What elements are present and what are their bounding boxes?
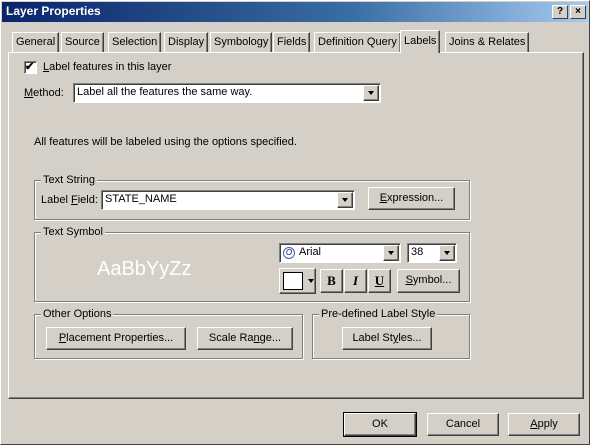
predefined-label-style-group-label: Pre-defined Label Style: [319, 308, 438, 320]
opentype-font-icon: O: [283, 247, 295, 259]
tab-display[interactable]: Display: [164, 32, 209, 52]
tab-labels[interactable]: Labels: [400, 30, 441, 53]
italic-button[interactable]: I: [344, 269, 367, 293]
layer-properties-window: Layer Properties ? × General Source Sele…: [0, 0, 590, 445]
tab-source[interactable]: Source: [61, 32, 104, 52]
chevron-down-icon[interactable]: [383, 245, 399, 261]
text-color-button[interactable]: [279, 268, 316, 294]
font-size-select[interactable]: 38: [407, 243, 457, 263]
tab-fields[interactable]: Fields: [273, 32, 311, 52]
label-features-checkbox[interactable]: ✔: [24, 61, 37, 74]
label-features-label[interactable]: Label features in this layer: [43, 61, 171, 73]
tab-general[interactable]: General: [12, 32, 60, 52]
method-select[interactable]: Label all the features the same way.: [73, 83, 381, 103]
bold-button[interactable]: B: [320, 269, 343, 293]
title-bar[interactable]: Layer Properties ? ×: [2, 2, 588, 22]
font-select[interactable]: O Arial: [279, 243, 401, 263]
apply-button[interactable]: Apply: [508, 413, 580, 436]
tab-symbology[interactable]: Symbology: [210, 32, 273, 52]
text-string-group-label: Text String: [41, 174, 97, 186]
tab-definition-query[interactable]: Definition Query: [314, 32, 401, 52]
text-symbol-group-label: Text Symbol: [41, 226, 105, 238]
ok-button[interactable]: OK: [343, 412, 417, 437]
cancel-button[interactable]: Cancel: [427, 413, 499, 436]
text-symbol-preview: AaBbYyZz: [97, 258, 192, 280]
symbol-button[interactable]: Symbol...: [397, 269, 460, 293]
label-styles-button[interactable]: Label Styles...: [342, 327, 432, 350]
underline-button[interactable]: U: [368, 269, 391, 293]
expression-button[interactable]: Expression...: [368, 187, 455, 210]
label-field-label: Label Field:: [41, 194, 98, 206]
placement-properties-button[interactable]: Placement Properties...: [46, 327, 186, 350]
chevron-down-icon[interactable]: [363, 85, 379, 101]
tab-selection[interactable]: Selection: [108, 32, 162, 52]
chevron-down-icon[interactable]: [337, 192, 353, 208]
chevron-down-icon[interactable]: [439, 245, 455, 261]
color-swatch: [283, 272, 303, 290]
info-text: All features will be labeled using the o…: [34, 136, 297, 148]
window-title: Layer Properties: [6, 4, 101, 18]
check-mark-icon: ✔: [25, 61, 35, 73]
label-field-select[interactable]: STATE_NAME: [101, 190, 355, 210]
scale-range-button[interactable]: Scale Range...: [197, 327, 293, 350]
close-button[interactable]: ×: [570, 5, 586, 19]
other-options-group-label: Other Options: [41, 308, 114, 320]
help-button[interactable]: ?: [552, 5, 568, 19]
method-label: Method:: [24, 87, 64, 99]
tab-joins-relates[interactable]: Joins & Relates: [445, 32, 530, 52]
chevron-down-icon: [308, 279, 314, 283]
